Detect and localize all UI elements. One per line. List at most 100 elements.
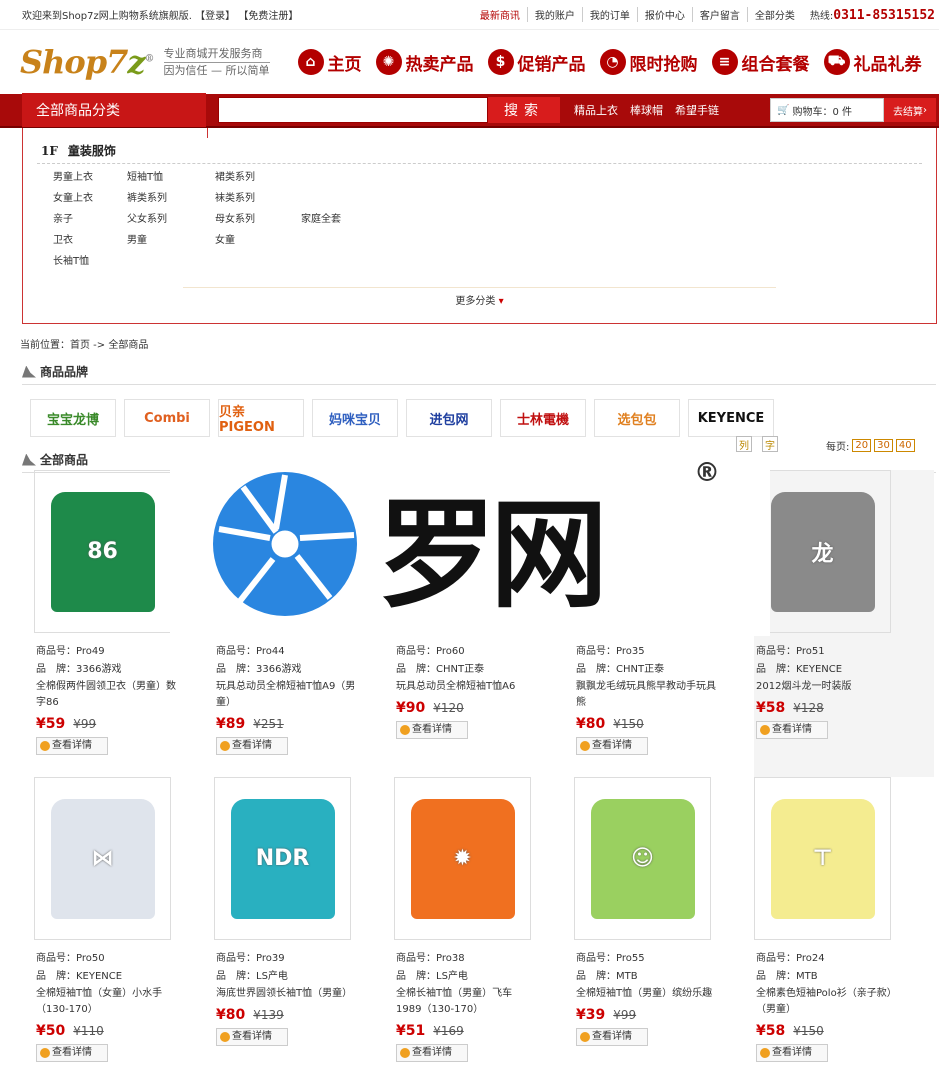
- brand-logo[interactable]: 进包网: [406, 399, 492, 437]
- shop-logo[interactable]: Shop7z®: [20, 43, 155, 81]
- category-link[interactable]: 长袖T恤: [53, 252, 127, 267]
- category-link[interactable]: 袜类系列: [215, 189, 301, 204]
- product-info: 商品号：Pro60 品 牌：CHNT正泰 玩具总动员全棉短袖T恤A6 ¥90 ¥120 查…: [394, 633, 574, 739]
- view-details-button[interactable]: 查看详情: [36, 737, 108, 755]
- product-sku-row: 商品号：Pro39: [216, 950, 394, 968]
- brand-logo[interactable]: 士林電機: [500, 399, 586, 437]
- nav-bundles[interactable]: ≡ 组合套餐: [711, 49, 810, 75]
- product-price: ¥58: [756, 700, 786, 716]
- category-link[interactable]: 裤类系列: [127, 189, 215, 204]
- register-link[interactable]: 【免费注册】: [238, 11, 298, 22]
- product-card: NDR 商品号：Pro39 品 牌：LS产电 海底世界圆领长袖T恤（男童） ¥80 ¥13…: [214, 777, 394, 1084]
- view-details-button[interactable]: 查看详情: [216, 1028, 288, 1046]
- view-details-button[interactable]: 查看详情: [396, 721, 468, 739]
- view-toggle: 列 字: [736, 436, 778, 452]
- details-label: 查看详情: [232, 740, 272, 751]
- brand-label: 品 牌：: [756, 971, 796, 982]
- login-link[interactable]: 【登录】: [195, 11, 235, 22]
- nav-label: 促销产品: [517, 54, 586, 75]
- checkout-button[interactable]: 去结算 ›: [884, 98, 936, 122]
- nav-flash-sale[interactable]: ◔ 限时抢购: [599, 49, 698, 75]
- product-image[interactable]: ⋈: [34, 777, 171, 940]
- nav-promotions[interactable]: $ 促销产品: [487, 49, 586, 75]
- product-image[interactable]: ⊤: [754, 777, 891, 940]
- top-link-account[interactable]: 我的账户: [526, 7, 582, 22]
- per-page-option[interactable]: 40: [895, 439, 915, 452]
- more-categories-link[interactable]: 更多分类 ▾: [183, 287, 776, 307]
- product-sku: Pro24: [796, 953, 825, 964]
- top-link-quotes[interactable]: 报价中心: [636, 7, 692, 22]
- category-link[interactable]: 女童上衣: [53, 189, 127, 204]
- product-name[interactable]: 2012烟斗龙一时装版: [756, 679, 896, 695]
- brand-label: 品 牌：: [216, 664, 256, 675]
- top-link-orders[interactable]: 我的订单: [581, 7, 637, 22]
- product-name[interactable]: 全棉假两件圆领卫衣（男童）数字86: [36, 679, 176, 711]
- top-link-news[interactable]: 最新商讯: [473, 7, 527, 22]
- view-details-button[interactable]: 查看详情: [576, 1028, 648, 1046]
- view-details-button[interactable]: 查看详情: [36, 1044, 108, 1062]
- text-view-icon[interactable]: 字: [762, 436, 778, 452]
- view-details-button[interactable]: 查看详情: [756, 1044, 828, 1062]
- site-header: Shop7z® 专业商城开发服务商 因为信任 — 所以简单 ⌂ 主页 ✺ 热卖产品 …: [0, 30, 939, 94]
- brand-label: 品 牌：: [756, 664, 796, 675]
- nav-label: 主页: [327, 54, 362, 75]
- product-name[interactable]: 全棉长袖T恤（男童）飞车1989（130-170）: [396, 986, 536, 1018]
- category-link[interactable]: 卫衣: [53, 231, 127, 246]
- search-button[interactable]: 搜索: [488, 97, 560, 123]
- product-image[interactable]: ✹: [394, 777, 531, 940]
- product-name[interactable]: 飘飘龙毛绒玩具熊早教动手玩具熊: [576, 679, 716, 711]
- category-link[interactable]: 父女系列: [127, 210, 215, 225]
- sku-label: 商品号：: [396, 646, 436, 657]
- product-image[interactable]: NDR: [214, 777, 351, 940]
- product-brand-row: 品 牌：3366游戏: [36, 661, 214, 679]
- category-link[interactable]: 亲子: [53, 210, 127, 225]
- product-old-price: ¥150: [793, 1024, 824, 1038]
- per-page-option[interactable]: 30: [874, 439, 893, 452]
- category-link[interactable]: 男童: [127, 231, 215, 246]
- all-categories-button[interactable]: 全部商品分类: [22, 93, 206, 127]
- view-details-button[interactable]: 查看详情: [396, 1044, 468, 1062]
- hot-keyword[interactable]: 希望手链: [675, 102, 719, 118]
- product-name[interactable]: 全棉短袖T恤（男童）缤纷乐趣: [576, 986, 716, 1002]
- category-link[interactable]: 裙类系列: [215, 168, 301, 183]
- category-link[interactable]: 母女系列: [215, 210, 301, 225]
- hot-keyword[interactable]: 精品上衣: [574, 102, 618, 118]
- brand-logo[interactable]: 妈咪宝贝: [312, 399, 398, 437]
- view-details-button[interactable]: 查看详情: [216, 737, 288, 755]
- hot-keyword[interactable]: 棒球帽: [630, 102, 663, 118]
- search-input[interactable]: [218, 97, 488, 123]
- brand-logo[interactable]: Combi: [124, 399, 210, 437]
- category-link[interactable]: 短袖T恤: [127, 168, 215, 183]
- brand-logo[interactable]: 选包包: [594, 399, 680, 437]
- product-name[interactable]: 玩具总动员全棉短袖T恤A6: [396, 679, 536, 695]
- view-details-button[interactable]: 查看详情: [756, 721, 828, 739]
- product-image[interactable]: 86: [34, 470, 171, 633]
- brand-label: 品 牌：: [36, 664, 76, 675]
- section-title: 商品品牌: [40, 365, 89, 379]
- category-link[interactable]: 女童: [215, 231, 301, 246]
- product-name[interactable]: 玩具总动员全棉短袖T恤A9（男童）: [216, 679, 356, 711]
- nav-gifts[interactable]: ⛟ 礼品礼券: [823, 49, 922, 75]
- top-link-categories[interactable]: 全部分类: [746, 7, 802, 22]
- product-name[interactable]: 全棉短袖T恤（女童）小水手（130-170）: [36, 986, 176, 1018]
- nav-home[interactable]: ⌂ 主页: [297, 49, 362, 75]
- product-image[interactable]: ☺: [574, 777, 711, 940]
- product-price: ¥80: [216, 1007, 246, 1023]
- hotline-label: 热线:: [809, 10, 834, 22]
- category-link[interactable]: 男童上衣: [53, 168, 127, 183]
- brand-logo[interactable]: 宝宝龙博: [30, 399, 116, 437]
- brand-logo[interactable]: KEYENCE: [688, 399, 774, 437]
- per-page-option[interactable]: 20: [852, 439, 872, 452]
- cart-button[interactable]: 🛒 购物车：0 件: [770, 98, 884, 122]
- product-image[interactable]: 龙: [754, 470, 891, 633]
- product-name[interactable]: 海底世界圆领长袖T恤（男童）: [216, 986, 356, 1002]
- view-details-button[interactable]: 查看详情: [576, 737, 648, 755]
- brand-logo[interactable]: 贝亲 PIGEON: [218, 399, 304, 437]
- top-link-messages[interactable]: 客户留言: [691, 7, 747, 22]
- list-view-icon[interactable]: 列: [736, 436, 752, 452]
- category-link[interactable]: 家庭全套: [301, 210, 387, 225]
- product-name[interactable]: 全棉素色短袖Polo衫（亲子款）（男童）: [756, 986, 896, 1018]
- top-bar: 欢迎来到Shop7z网上购物系统旗舰版. 【登录】 【免费注册】 最新商讯 我的…: [0, 0, 939, 30]
- nav-label: 限时抢购: [629, 54, 698, 75]
- nav-hot-sale[interactable]: ✺ 热卖产品: [375, 49, 474, 75]
